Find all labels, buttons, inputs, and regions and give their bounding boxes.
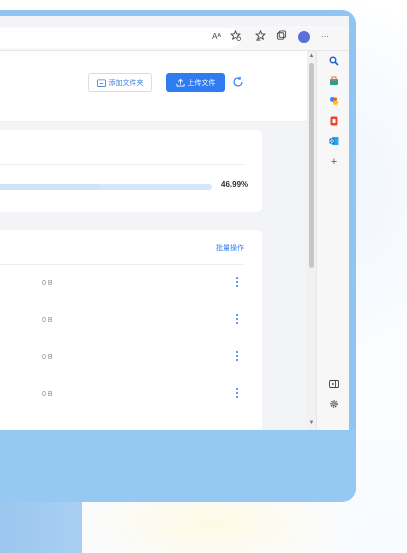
add-icon[interactable]: + [329,157,339,168]
storage-card: 46.99% [0,130,262,212]
more-actions-icon[interactable] [235,351,239,361]
vertical-scrollbar[interactable]: ▲ ▼ [307,51,316,430]
address-bar[interactable] [0,28,240,48]
more-actions-icon[interactable] [235,277,239,287]
add-folder-button[interactable]: 添加文件夹 [88,73,152,92]
browser-sidebar: + [316,51,349,430]
storage-percent: 46.99% [221,180,249,189]
upload-icon [175,78,185,87]
storage-progress-bar [0,184,212,190]
file-size: 0 B [42,280,53,287]
add-folder-label: 添加文件夹 [108,79,144,87]
sidebar-toggle-icon[interactable] [329,379,339,389]
refresh-icon[interactable] [232,76,244,88]
scroll-down-icon[interactable]: ▼ [308,420,315,426]
divider [0,164,244,165]
file-row[interactable]: 0 B [0,339,262,376]
outlook-icon[interactable] [329,136,339,146]
more-actions-icon[interactable] [235,314,239,324]
scroll-thumb[interactable] [309,63,314,268]
file-row[interactable]: 0 B [0,265,262,302]
scroll-up-icon[interactable]: ▲ [308,53,315,59]
page-content: 添加文件夹 上传文件 46.99% 批量操作 0 B 0 B 0 B 0 B [0,51,307,430]
favorites-icon[interactable] [254,29,267,46]
games-icon[interactable] [329,96,339,106]
file-size: 0 B [42,354,53,361]
upload-file-button[interactable]: 上传文件 [166,73,225,92]
file-size: 0 B [42,391,53,398]
more-actions-icon[interactable] [235,388,239,398]
search-icon[interactable] [329,56,339,66]
more-icon[interactable]: ··· [321,30,329,44]
collections-icon[interactable] [276,30,287,46]
browser-toolbar: Aᴬ ··· [0,26,349,51]
monitor-chin [0,430,356,502]
settings-icon[interactable] [329,399,339,409]
file-list-card: 批量操作 0 B 0 B 0 B 0 B [0,230,262,430]
header-card: 添加文件夹 上传文件 [0,51,307,122]
stage: Aᴬ ··· 添加文件夹 上传文件 46.99% 批量操作 0 B 0 B 0 … [0,0,407,553]
file-row[interactable]: 0 B [0,302,262,339]
office-icon[interactable] [329,116,339,126]
file-size: 0 B [42,317,53,324]
upload-label: 上传文件 [187,79,216,87]
folder-icon [96,78,106,87]
storage-progress-fill [0,184,100,190]
screen: Aᴬ ··· 添加文件夹 上传文件 46.99% 批量操作 0 B 0 B 0 … [0,16,349,430]
batch-operation-link[interactable]: 批量操作 [216,243,244,253]
favorite-add-icon[interactable] [229,29,242,46]
monitor-stand [0,502,82,553]
shopping-icon[interactable] [329,76,339,86]
profile-avatar[interactable] [298,31,310,43]
file-row[interactable]: 0 B [0,376,262,413]
read-aloud-icon[interactable]: Aᴬ [212,30,221,44]
